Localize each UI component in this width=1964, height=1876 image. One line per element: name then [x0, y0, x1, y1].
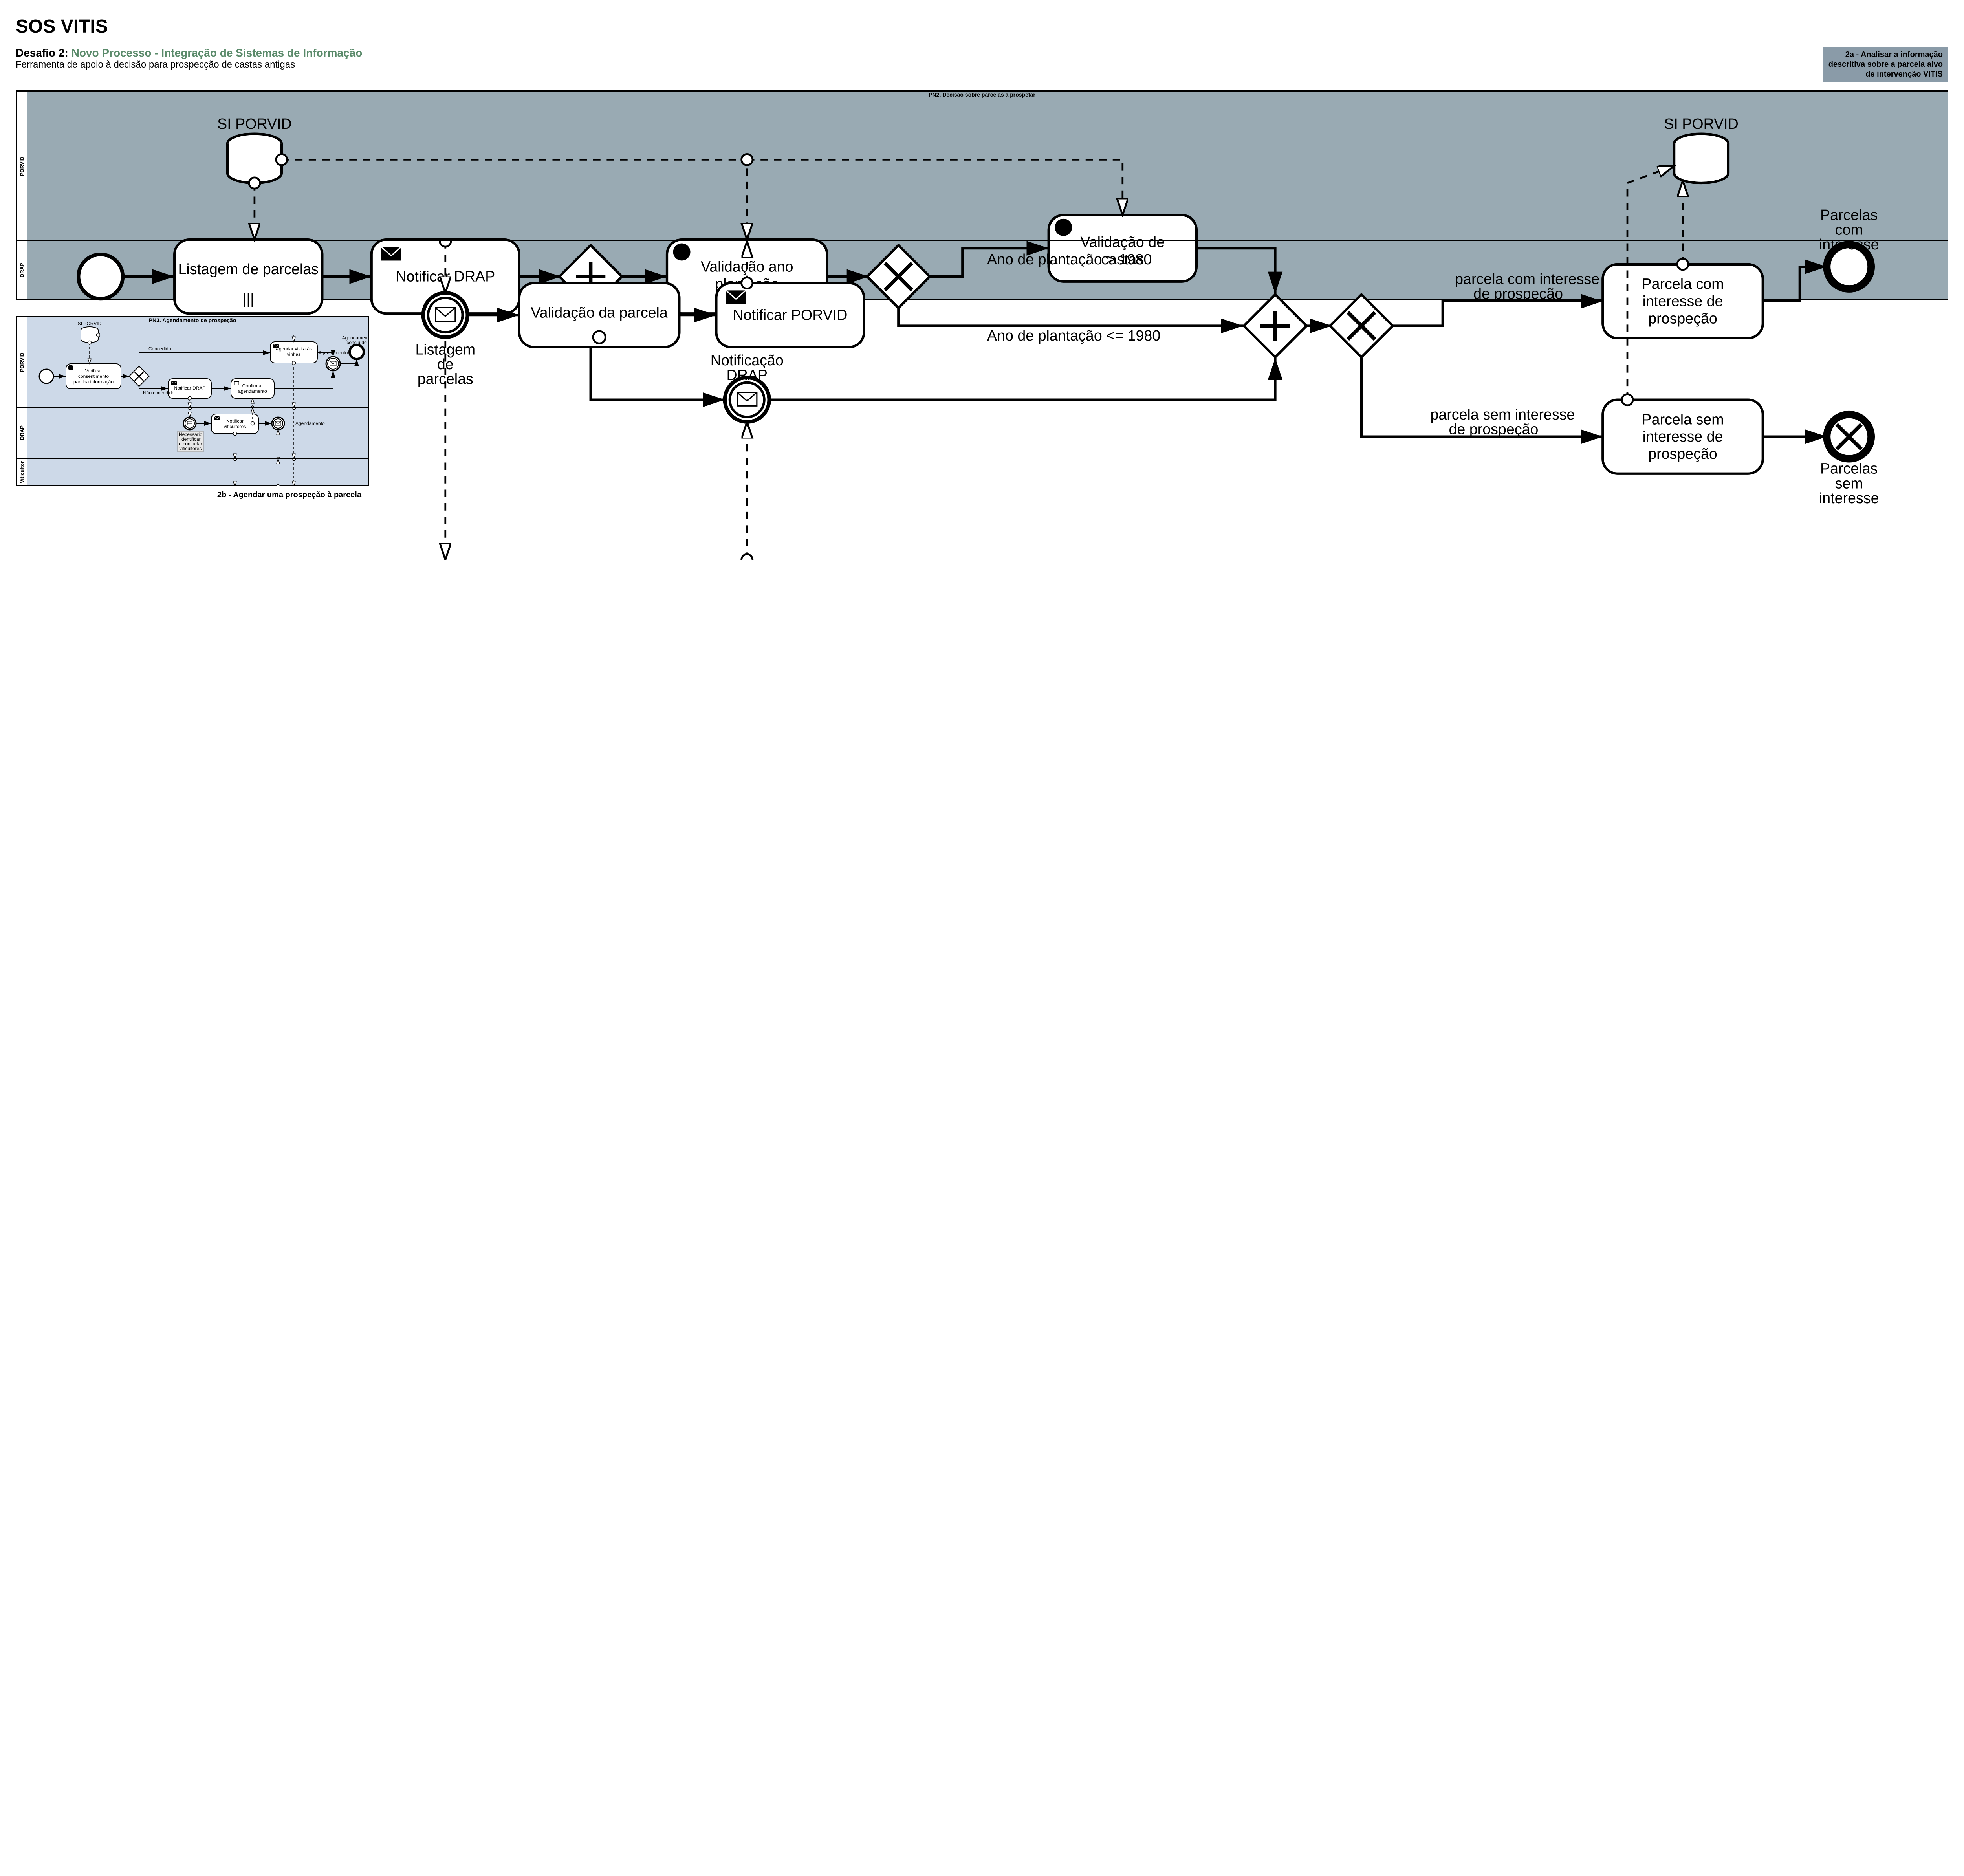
flow-xor-agendar	[139, 353, 270, 367]
svg-text:Agendar visita às: Agendar visita às	[276, 346, 312, 352]
svg-text:Notificar: Notificar	[226, 418, 244, 424]
datastore-si-porvid-right: SI PORVID	[1664, 115, 1739, 183]
datastore-si-porvid-left-label: SI PORVID	[217, 115, 292, 132]
edge-nao-concedido: Não concedido	[143, 390, 174, 396]
diagram-pn3-vit	[27, 459, 368, 486]
header-row: Desafio 2: Novo Processo - Integração de…	[16, 47, 1948, 82]
pool-pn2: PN2. Decisão sobre parcelas a prospetar …	[16, 90, 1948, 300]
event-listagem-msg: Listagem de parcelas	[415, 293, 475, 387]
lane-drap-2b: DRAP Necessário identificar e contactar …	[16, 407, 368, 458]
svg-text:concluído: concluído	[346, 340, 367, 345]
svg-text:viticultores: viticultores	[180, 446, 202, 451]
challenge-subtitle: Ferramenta de apoio à decisão para prosp…	[16, 59, 1823, 70]
lane-porvid-2a: PORVID SI PORV	[16, 91, 1948, 240]
task-notificar-porvid-label: Notificar PORVID	[733, 307, 848, 323]
end-event-sem: Parcelas sem interesse	[1819, 414, 1879, 506]
lane-body-viticultor-2b	[27, 459, 368, 485]
challenge-label: Desafio 2:	[16, 47, 68, 59]
business-rule-icon-3	[68, 365, 73, 370]
svg-text:viticultores: viticultores	[224, 424, 246, 429]
svg-text:vinhas: vinhas	[287, 352, 301, 357]
svg-text:Verificar: Verificar	[85, 368, 102, 374]
flow-xor-notificar	[139, 386, 168, 388]
task-validacao-parcela-label: Validação da parcela	[531, 304, 668, 321]
svg-text:sem: sem	[1835, 475, 1863, 491]
pool-pn3-title: PN3. Agendamento de prospeção	[16, 316, 368, 324]
diagram-pn3-drap: Necessário identificar e contactar vitic…	[27, 408, 368, 459]
page-title: SOS VITIS	[16, 16, 1948, 37]
challenge-name: Novo Processo - Integração de Sistemas d…	[71, 47, 363, 59]
business-rule-icon-2	[1055, 219, 1072, 236]
lane-body-drap-2b: Necessário identificar e contactar vitic…	[27, 408, 368, 458]
envelope-icon-3	[171, 381, 177, 385]
start-event-pn3	[39, 369, 53, 383]
lane-label-porvid-2a: PORVID	[16, 92, 27, 240]
lane-porvid-2b: PORVID SI PORVID Verificar consentimento…	[16, 317, 368, 407]
envelope-icon-5	[214, 416, 220, 420]
lane-label-drap-2b: DRAP	[16, 408, 27, 458]
lane-body-porvid-2b: SI PORVID Verificar consentimento partil…	[27, 317, 368, 407]
msg-ds-left-castas	[747, 159, 1123, 215]
envelope-icon-2	[726, 290, 746, 304]
lane-body-porvid-2a: SI PORVID Listagem de parcelas ||| Notif…	[27, 92, 1948, 240]
svg-text:com: com	[1835, 222, 1863, 238]
task-notificar-drap-pn3-label: Notificar DRAP	[174, 385, 206, 391]
manual-icon	[234, 381, 239, 385]
tag-2a: 2a - Analisar a informação descritiva so…	[1823, 47, 1948, 82]
event-necessario: Necessário identificar e contactar vitic…	[178, 417, 203, 452]
datastore-si-porvid-left: SI PORVID	[217, 115, 292, 183]
svg-text:consentimento: consentimento	[78, 374, 109, 379]
lane-drap-2a: DRAP Listagem de parcelas Validação da p…	[16, 240, 1948, 299]
svg-text:Parcelas: Parcelas	[1820, 207, 1878, 223]
challenge-line: Desafio 2: Novo Processo - Integração de…	[16, 47, 1823, 59]
lane-label-porvid-2b: PORVID	[16, 317, 27, 407]
svg-text:de: de	[437, 356, 454, 372]
lane-viticultor-2b: Viticultor	[16, 458, 368, 485]
task-parcela-sem-label-3: prospeção	[1648, 445, 1717, 462]
datastore-si-porvid-right-label: SI PORVID	[1664, 115, 1739, 132]
svg-text:Listagem: Listagem	[415, 341, 475, 357]
pool-pn3: PN3. Agendamento de prospeção PORVID SI …	[16, 316, 369, 486]
challenge-block: Desafio 2: Novo Processo - Integração de…	[16, 47, 1823, 70]
svg-text:parcelas: parcelas	[418, 371, 473, 387]
svg-text:Parcelas: Parcelas	[1820, 460, 1878, 477]
gateway-xor-consent	[129, 366, 149, 387]
msg-ds-agendar	[98, 335, 294, 342]
svg-text:agendamento: agendamento	[238, 388, 267, 394]
svg-text:partilha informação: partilha informação	[73, 379, 114, 385]
lane-label-drap-2a: DRAP	[16, 241, 27, 299]
datastore-si-porvid-pn3: SI PORVID	[78, 321, 102, 343]
flow-confirmar-agendinter	[274, 371, 333, 388]
lane-label-viticultor-2b: Viticultor	[16, 459, 27, 485]
envelope-icon-4	[273, 344, 279, 348]
lane-body-drap-2a: Listagem de parcelas Validação da parcel…	[27, 241, 1948, 299]
edge-concedido: Concedido	[148, 346, 171, 352]
diagram-pn3-porvid: SI PORVID Verificar consentimento partil…	[27, 317, 368, 408]
svg-text:Confirmar: Confirmar	[242, 383, 263, 388]
msg-ds-left-validano	[282, 159, 747, 240]
task-parcela-sem-label-2: interesse de	[1643, 428, 1723, 445]
svg-text:interesse: interesse	[1819, 490, 1879, 506]
pool-pn2-title: PN2. Decisão sobre parcelas a prospetar	[16, 91, 1948, 99]
event-agendamento-drap: Agendamento	[272, 417, 325, 430]
event-agendamento-drap-label: Agendamento	[295, 421, 325, 426]
